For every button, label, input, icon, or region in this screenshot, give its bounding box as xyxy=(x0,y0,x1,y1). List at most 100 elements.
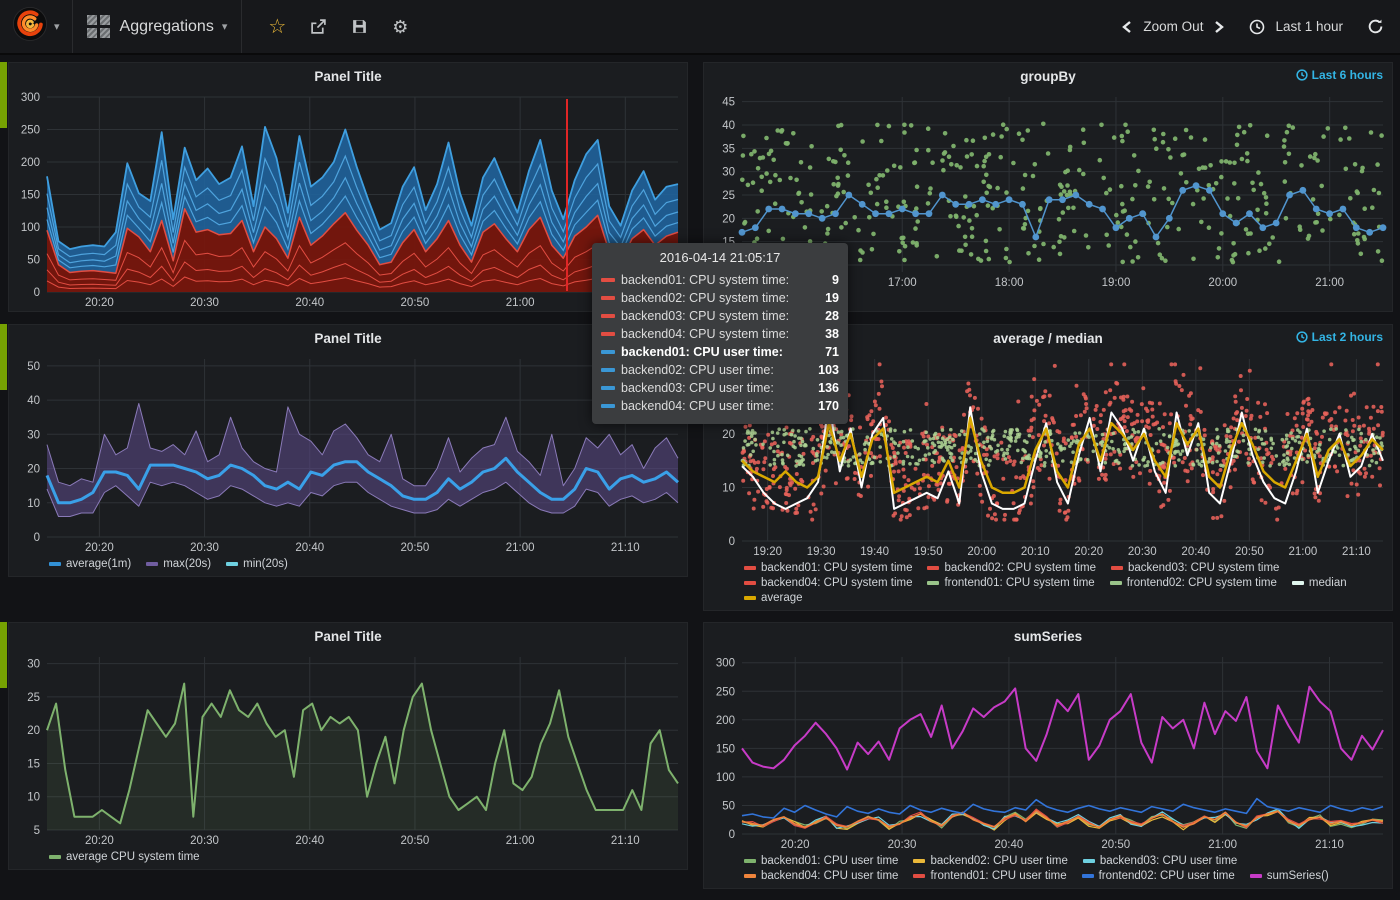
svg-text:30: 30 xyxy=(722,167,735,179)
svg-text:19:40: 19:40 xyxy=(860,546,889,558)
svg-text:100: 100 xyxy=(21,222,40,234)
tooltip-row: backend02: CPU user time:103 xyxy=(601,361,839,379)
tooltip-series-value: 9 xyxy=(832,271,839,289)
legend-item[interactable]: average(1m) xyxy=(49,558,131,570)
legend-item[interactable]: backend03: CPU system time xyxy=(1111,562,1279,574)
tooltip-series-dash xyxy=(601,296,615,300)
svg-text:20: 20 xyxy=(27,464,40,476)
tooltip-series-dash xyxy=(601,368,615,372)
time-shift-forward-button[interactable] xyxy=(1213,20,1225,34)
legend-item[interactable]: backend01: CPU user time xyxy=(744,855,898,867)
legend-color-dash xyxy=(744,566,756,570)
svg-text:10: 10 xyxy=(722,482,735,494)
svg-text:20: 20 xyxy=(722,213,735,225)
panel-title[interactable]: Panel Title xyxy=(314,331,381,346)
tooltip-row: backend03: CPU system time:28 xyxy=(601,307,839,325)
legend-item[interactable]: backend01: CPU system time xyxy=(744,562,912,574)
panel-title[interactable]: Panel Title xyxy=(314,629,381,644)
legend-item[interactable]: frontend01: CPU system time xyxy=(927,577,1094,589)
svg-text:200: 200 xyxy=(21,157,40,169)
svg-text:20:20: 20:20 xyxy=(1074,546,1103,558)
legend-item[interactable]: backend04: CPU user time xyxy=(744,870,898,882)
legend-label: max(20s) xyxy=(163,558,211,570)
time-shift-back-button[interactable] xyxy=(1121,20,1133,34)
legend-color-dash xyxy=(927,581,939,585)
tooltip-series-value: 103 xyxy=(818,361,839,379)
svg-text:21:10: 21:10 xyxy=(611,542,640,554)
svg-text:50: 50 xyxy=(27,255,40,267)
legend-color-dash xyxy=(913,859,925,863)
svg-text:25: 25 xyxy=(722,190,735,202)
panel-header: groupBy Last 6 hours xyxy=(704,63,1392,89)
legend-label: backend01: CPU user time xyxy=(761,855,898,867)
settings-gear-button[interactable]: ⚙ xyxy=(392,18,408,36)
svg-text:50: 50 xyxy=(722,800,735,812)
tooltip-series-label: backend04: CPU user time: xyxy=(621,397,812,415)
legend-item[interactable]: backend02: CPU user time xyxy=(913,855,1067,867)
chart-sumseries[interactable]: 05010015020025030020:2020:3020:4020:5021… xyxy=(704,649,1392,853)
legend-color-dash xyxy=(49,855,61,859)
legend: average(1m) max(20s) min(20s) xyxy=(9,556,687,576)
legend-label: average xyxy=(761,592,803,604)
panel-title[interactable]: Panel Title xyxy=(314,69,381,84)
svg-text:10: 10 xyxy=(27,792,40,804)
svg-text:5: 5 xyxy=(34,825,40,837)
time-range-picker[interactable]: Last 1 hour xyxy=(1275,19,1343,34)
panel-title[interactable]: sumSeries xyxy=(1014,629,1082,644)
svg-text:21:10: 21:10 xyxy=(1315,839,1344,851)
tooltip-series-dash xyxy=(601,350,615,354)
legend: backend01: CPU system time backend02: CPU… xyxy=(704,560,1392,610)
panel-title[interactable]: groupBy xyxy=(1020,69,1076,84)
tooltip-row: backend04: CPU system time:38 xyxy=(601,325,839,343)
star-button[interactable]: ☆ xyxy=(268,17,286,37)
svg-text:0: 0 xyxy=(34,532,40,544)
row-toggle-2[interactable] xyxy=(0,324,7,390)
svg-text:21:00: 21:00 xyxy=(1208,839,1237,851)
tooltip-series-dash xyxy=(601,332,615,336)
row-toggle-3[interactable] xyxy=(0,622,7,688)
share-button[interactable] xyxy=(310,18,327,35)
tooltip-series-value: 170 xyxy=(818,397,839,415)
chart-avg-max-min[interactable]: 0102030405020:2020:3020:4020:5021:0021:1… xyxy=(9,351,687,556)
legend-label: backend04: CPU system time xyxy=(761,577,912,589)
zoom-out-button[interactable]: Zoom Out xyxy=(1143,19,1203,34)
legend-item[interactable]: backend03: CPU user time xyxy=(1083,855,1237,867)
legend-item[interactable]: backend02: CPU system time xyxy=(927,562,1095,574)
legend-item[interactable]: backend04: CPU system time xyxy=(744,577,912,589)
legend-item[interactable]: frontend02: CPU user time xyxy=(1082,870,1235,882)
time-override-badge: Last 2 hours xyxy=(1296,330,1383,344)
panel-title[interactable]: average / median xyxy=(993,331,1103,346)
refresh-button[interactable] xyxy=(1367,18,1384,35)
svg-text:45: 45 xyxy=(722,97,735,109)
row-toggle-1[interactable] xyxy=(0,62,7,128)
legend-item[interactable]: frontend01: CPU user time xyxy=(913,870,1066,882)
svg-text:20: 20 xyxy=(722,429,735,441)
dashboard-picker[interactable]: Aggregations ▾ xyxy=(73,0,243,53)
legend-label: average(1m) xyxy=(66,558,131,570)
legend-label: backend04: CPU user time xyxy=(761,870,898,882)
legend-item[interactable]: frontend02: CPU system time xyxy=(1110,577,1277,589)
legend-color-dash xyxy=(226,562,238,566)
legend-color-dash xyxy=(744,874,756,878)
chart-average-cpu[interactable]: 5101520253020:2020:3020:4020:5021:0021:1… xyxy=(9,649,687,849)
legend-color-dash xyxy=(744,596,756,600)
tooltip-series-label: backend03: CPU system time: xyxy=(621,307,819,325)
svg-text:20:50: 20:50 xyxy=(401,542,430,554)
legend-item[interactable]: average CPU system time xyxy=(49,851,200,863)
save-button[interactable] xyxy=(351,18,368,35)
grafana-logo-button[interactable]: ▾ xyxy=(0,0,73,53)
legend-item[interactable]: max(20s) xyxy=(146,558,211,570)
svg-text:20:50: 20:50 xyxy=(401,297,430,309)
legend-color-dash xyxy=(744,859,756,863)
svg-text:200: 200 xyxy=(716,715,735,727)
legend-item[interactable]: average xyxy=(744,592,803,604)
legend-item[interactable]: median xyxy=(1292,577,1347,589)
chart-stacked-cpu[interactable]: 05010015020025030020:2020:3020:4020:5021… xyxy=(9,89,687,311)
legend-label: frontend02: CPU user time xyxy=(1099,870,1235,882)
legend-item[interactable]: sumSeries() xyxy=(1250,870,1329,882)
svg-text:10: 10 xyxy=(27,498,40,510)
svg-text:20:30: 20:30 xyxy=(190,542,219,554)
dashboard-grid-icon xyxy=(87,15,110,38)
svg-text:20:00: 20:00 xyxy=(1208,277,1237,289)
legend-item[interactable]: min(20s) xyxy=(226,558,288,570)
